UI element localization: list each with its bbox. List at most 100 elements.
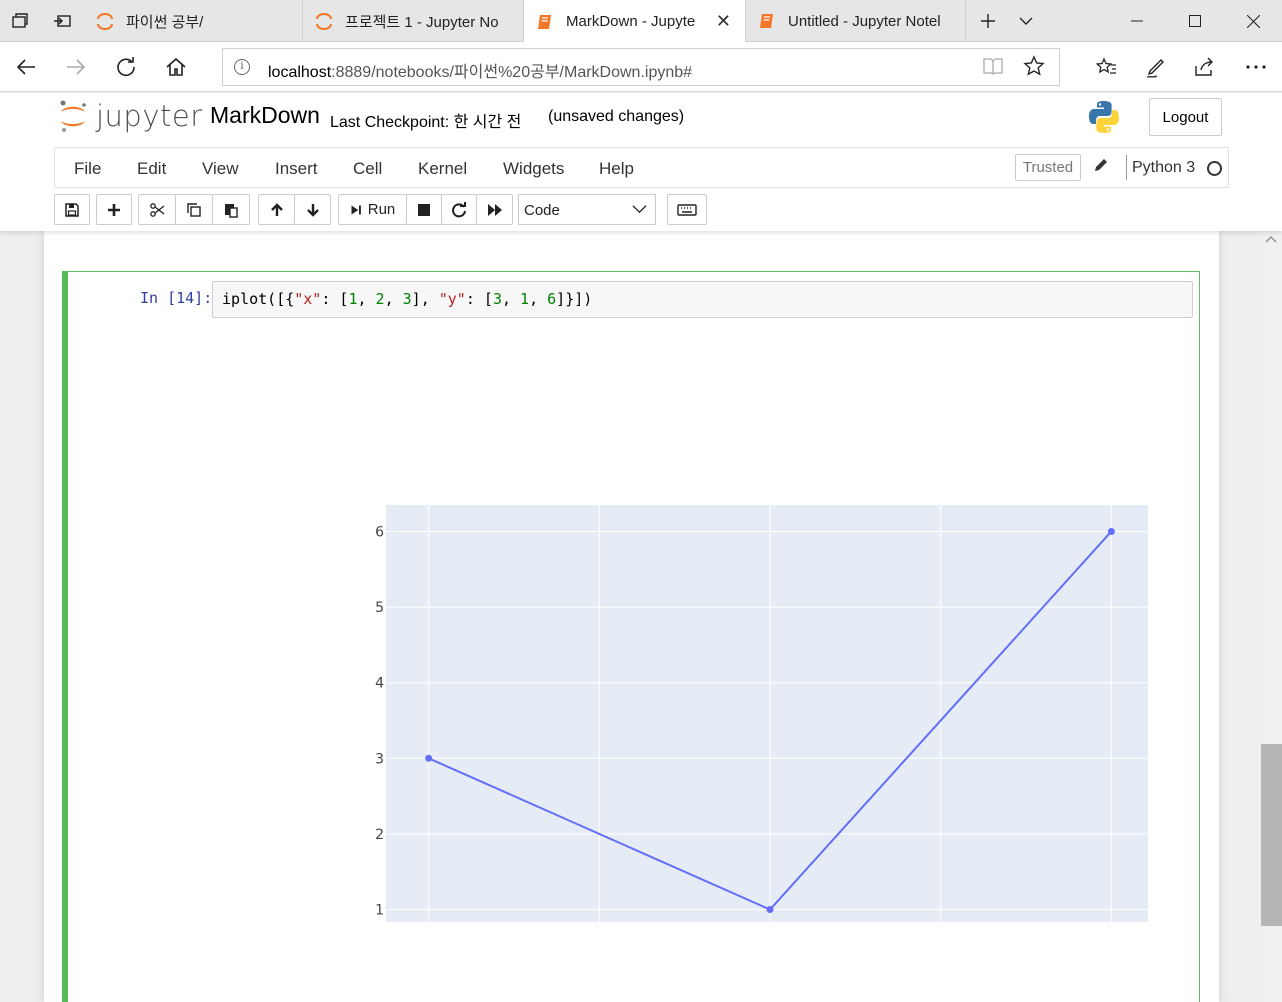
run-button[interactable]: Run xyxy=(338,194,407,225)
browser-tab-3-active[interactable]: MarkDown - Jupyte ✕ xyxy=(524,0,746,43)
code-number-token: 1 xyxy=(520,290,530,308)
refresh-icon[interactable] xyxy=(102,42,150,92)
python-logo-icon xyxy=(1089,101,1119,133)
insert-cell-button[interactable] xyxy=(96,194,132,225)
menu-widgets[interactable]: Widgets xyxy=(503,159,564,179)
plotly-chart[interactable]: 11.522.53123456 xyxy=(298,442,1154,958)
browser-tab-bar: 파이썬 공부/ 프로젝트 1 - Jupyter No MarkDown - J… xyxy=(0,0,1282,43)
address-bar[interactable]: i localhost:8889/notebooks/파이썬%20공부/Mark… xyxy=(222,48,1060,86)
share-icon[interactable] xyxy=(1180,42,1228,92)
back-icon[interactable] xyxy=(2,42,50,92)
arrow-down-icon xyxy=(306,203,319,217)
notebook-toolbar: Run Code xyxy=(0,194,1282,226)
menu-view[interactable]: View xyxy=(202,159,239,179)
autosave-status: (unsaved changes) xyxy=(548,108,685,125)
menu-file[interactable]: File xyxy=(74,159,101,179)
jupyter-logo-icon xyxy=(60,100,86,132)
notebook-title[interactable]: MarkDown xyxy=(210,102,320,129)
save-button[interactable] xyxy=(54,194,90,225)
code-bracket-token: [ xyxy=(483,290,493,308)
menu-edit[interactable]: Edit xyxy=(137,159,166,179)
y-tick-label: 4 xyxy=(375,676,384,692)
move-cell-down-button[interactable] xyxy=(294,194,331,225)
command-palette-button[interactable] xyxy=(667,194,707,225)
scroll-up-arrow-icon[interactable] xyxy=(1265,234,1277,246)
step-forward-icon xyxy=(351,205,361,214)
notebook-icon xyxy=(538,14,551,29)
keyboard-icon xyxy=(677,203,697,216)
close-tab-icon[interactable]: ✕ xyxy=(716,11,731,32)
cut-button[interactable] xyxy=(138,194,176,225)
browser-nav-bar: i localhost:8889/notebooks/파이썬%20공부/Mark… xyxy=(0,42,1282,92)
browser-tab-4[interactable]: Untitled - Jupyter Notel xyxy=(746,0,966,42)
last-checkpoint: Last Checkpoint: 한 시간 전 xyxy=(330,114,522,131)
restart-kernel-button[interactable] xyxy=(441,194,477,225)
tab-label: 파이썬 공부/ xyxy=(126,13,204,31)
window-close-icon[interactable] xyxy=(1224,0,1282,42)
reading-view-icon[interactable] xyxy=(983,57,1003,80)
logout-button[interactable]: Logout xyxy=(1149,98,1222,136)
code-editor[interactable]: iplot([{"x": [1, 2, 3], "y": [3, 1, 6]}]… xyxy=(212,281,1193,318)
site-info-icon[interactable]: i xyxy=(234,59,250,75)
interrupt-kernel-button[interactable] xyxy=(406,194,442,225)
y-tick-label: 1 xyxy=(375,903,384,919)
data-point xyxy=(766,906,774,914)
move-cell-up-button[interactable] xyxy=(258,194,295,225)
favorites-hub-icon[interactable] xyxy=(1082,42,1130,92)
kernel-idle-indicator-icon xyxy=(1207,161,1222,176)
fast-forward-icon xyxy=(487,203,502,216)
code-number-token: 3 xyxy=(492,290,502,308)
paste-icon xyxy=(225,203,238,218)
code-token: , xyxy=(384,290,403,308)
code-token: , xyxy=(529,290,548,308)
code-string-token: "y" xyxy=(438,290,466,308)
data-point xyxy=(1107,527,1115,535)
restart-run-all-button[interactable] xyxy=(476,194,513,225)
more-options-icon[interactable] xyxy=(1232,42,1280,92)
notebook-icon xyxy=(760,14,773,28)
address-url[interactable]: localhost:8889/notebooks/파이썬%20공부/MarkDo… xyxy=(268,58,692,82)
scissors-icon xyxy=(150,202,165,217)
page-scrollbar[interactable] xyxy=(1261,231,1282,1002)
kernel-name[interactable]: Python 3 xyxy=(1132,159,1195,177)
jupyter-icon xyxy=(316,13,332,30)
input-prompt: In [14]: xyxy=(140,289,213,307)
menu-kernel[interactable]: Kernel xyxy=(418,159,467,179)
home-icon[interactable] xyxy=(152,42,200,92)
stop-icon xyxy=(418,203,430,216)
cell-type-select[interactable]: Code xyxy=(518,194,656,225)
trusted-indicator[interactable]: Trusted xyxy=(1015,154,1081,181)
code-cell-selected[interactable]: In [14]: iplot([{"x": [1, 2, 3], "y": [3… xyxy=(62,271,1200,1002)
plus-icon xyxy=(108,203,120,216)
code-number-token: 3 xyxy=(402,290,412,308)
code-bracket-token: ) xyxy=(583,290,593,308)
maximize-icon[interactable] xyxy=(1166,0,1224,42)
set-tabs-aside-icon[interactable] xyxy=(42,0,82,42)
notebook-menubar: File Edit View Insert Cell Kernel Widget… xyxy=(54,147,1229,188)
copy-button[interactable] xyxy=(175,194,213,225)
minimize-icon[interactable] xyxy=(1108,0,1166,42)
y-tick-label: 6 xyxy=(375,524,384,540)
jupyter-logo[interactable]: jupyter xyxy=(58,99,203,133)
browser-tab-1[interactable]: 파이썬 공부/ xyxy=(84,0,303,42)
browser-tab-2[interactable]: 프로젝트 1 - Jupyter No xyxy=(303,0,524,42)
menu-insert[interactable]: Insert xyxy=(275,159,318,179)
add-notes-pen-icon[interactable] xyxy=(1132,42,1180,92)
new-tab-icon[interactable] xyxy=(968,0,1008,42)
scrollbar-thumb[interactable] xyxy=(1261,744,1282,926)
tab-actions-icon[interactable] xyxy=(0,0,40,42)
run-label: Run xyxy=(367,201,396,218)
forward-icon[interactable] xyxy=(52,42,100,92)
code-bracket-token: { xyxy=(285,290,295,308)
code-token: , xyxy=(501,290,521,308)
notebook-container: In [14]: iplot([{"x": [1, 2, 3], "y": [3… xyxy=(44,231,1219,1002)
menu-help[interactable]: Help xyxy=(599,159,634,179)
line-chart-svg[interactable]: 11.522.53123456 xyxy=(298,442,1154,958)
tab-preview-chevron-icon[interactable] xyxy=(1006,0,1046,42)
restart-icon xyxy=(452,201,466,217)
paste-button[interactable] xyxy=(212,194,250,225)
favorite-star-icon[interactable] xyxy=(1023,55,1045,83)
menu-cell[interactable]: Cell xyxy=(353,159,382,179)
code-bracket-token: ] xyxy=(411,290,421,308)
kernel-divider xyxy=(1126,155,1127,180)
